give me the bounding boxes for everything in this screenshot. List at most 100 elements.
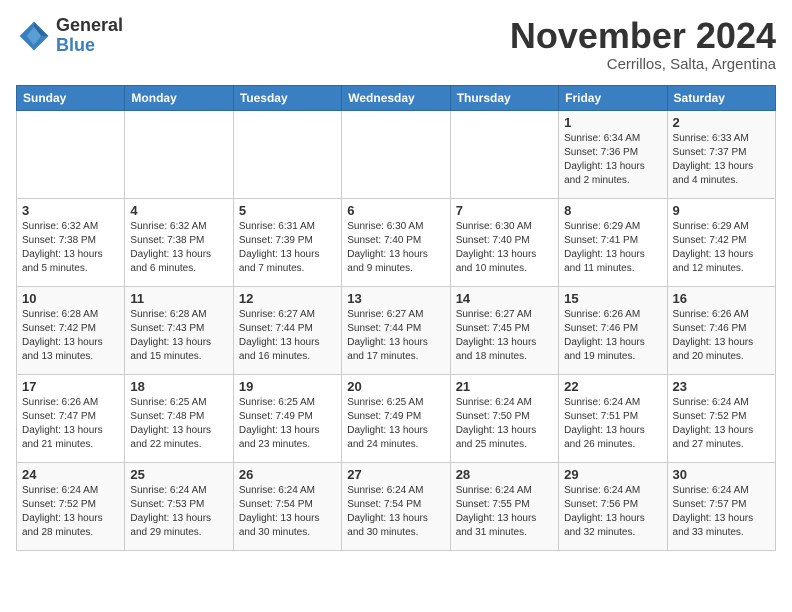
- day-info: Sunrise: 6:33 AM Sunset: 7:37 PM Dayligh…: [673, 132, 770, 188]
- day-number: 4: [130, 203, 227, 218]
- day-number: 16: [673, 291, 770, 306]
- header-day-monday: Monday: [125, 85, 233, 110]
- day-number: 10: [22, 291, 119, 306]
- calendar-cell: 20Sunrise: 6:25 AM Sunset: 7:49 PM Dayli…: [342, 374, 450, 462]
- day-number: 2: [673, 115, 770, 130]
- calendar-cell: 6 Sunrise: 6:30 AM Sunset: 7:40 PM Daylig…: [342, 198, 450, 286]
- calendar-cell: 26Sunrise: 6:24 AM Sunset: 7:54 PM Dayli…: [233, 462, 341, 550]
- header-day-wednesday: Wednesday: [342, 85, 450, 110]
- day-number: 7: [456, 203, 553, 218]
- day-info: Sunrise: 6:24 AM Sunset: 7:54 PM Dayligh…: [239, 484, 336, 540]
- day-info: Sunrise: 6:29 AM Sunset: 7:42 PM Dayligh…: [673, 220, 770, 276]
- calendar-cell: 14 Sunrise: 6:27 AM Sunset: 7:45 PM Dayli…: [450, 286, 558, 374]
- day-number: 12: [239, 291, 336, 306]
- calendar-week-row: 17Sunrise: 6:26 AM Sunset: 7:47 PM Dayli…: [17, 374, 776, 462]
- day-info: Sunrise: 6:25 AM Sunset: 7:48 PM Dayligh…: [130, 396, 227, 452]
- header-day-friday: Friday: [559, 85, 667, 110]
- day-info: Sunrise: 6:24 AM Sunset: 7:56 PM Dayligh…: [564, 484, 661, 540]
- calendar-cell: 7 Sunrise: 6:30 AM Sunset: 7:40 PM Daylig…: [450, 198, 558, 286]
- day-number: 5: [239, 203, 336, 218]
- day-info: Sunrise: 6:26 AM Sunset: 7:46 PM Dayligh…: [673, 308, 770, 364]
- calendar-cell: 25Sunrise: 6:24 AM Sunset: 7:53 PM Dayli…: [125, 462, 233, 550]
- calendar-cell: 18 Sunrise: 6:25 AM Sunset: 7:48 PM Dayli…: [125, 374, 233, 462]
- day-info: Sunrise: 6:24 AM Sunset: 7:52 PM Dayligh…: [673, 396, 770, 452]
- logo-blue: Blue: [56, 35, 95, 55]
- calendar-cell: 12 Sunrise: 6:27 AM Sunset: 7:44 PM Dayli…: [233, 286, 341, 374]
- calendar-cell: 24 Sunrise: 6:24 AM Sunset: 7:52 PM Dayli…: [17, 462, 125, 550]
- calendar-cell: 19 Sunrise: 6:25 AM Sunset: 7:49 PM Dayli…: [233, 374, 341, 462]
- day-number: 20: [347, 379, 444, 394]
- day-info: Sunrise: 6:25 AM Sunset: 7:49 PM Dayligh…: [239, 396, 336, 452]
- day-number: 24: [22, 467, 119, 482]
- day-number: 15: [564, 291, 661, 306]
- day-info: Sunrise: 6:24 AM Sunset: 7:51 PM Dayligh…: [564, 396, 661, 452]
- calendar-week-row: 3Sunrise: 6:32 AM Sunset: 7:38 PM Daylig…: [17, 198, 776, 286]
- calendar-cell: 2 Sunrise: 6:33 AM Sunset: 7:37 PM Daylig…: [667, 110, 775, 198]
- calendar-cell: 16 Sunrise: 6:26 AM Sunset: 7:46 PM Dayli…: [667, 286, 775, 374]
- logo-general: General: [56, 15, 123, 35]
- day-info: Sunrise: 6:28 AM Sunset: 7:43 PM Dayligh…: [130, 308, 227, 364]
- calendar-cell: 4 Sunrise: 6:32 AM Sunset: 7:38 PM Daylig…: [125, 198, 233, 286]
- calendar-table: SundayMondayTuesdayWednesdayThursdayFrid…: [16, 85, 776, 551]
- day-info: Sunrise: 6:32 AM Sunset: 7:38 PM Dayligh…: [130, 220, 227, 276]
- day-number: 8: [564, 203, 661, 218]
- day-info: Sunrise: 6:32 AM Sunset: 7:38 PM Dayligh…: [22, 220, 119, 276]
- logo-icon: [16, 18, 52, 54]
- day-info: Sunrise: 6:30 AM Sunset: 7:40 PM Dayligh…: [456, 220, 553, 276]
- day-number: 9: [673, 203, 770, 218]
- day-number: 6: [347, 203, 444, 218]
- calendar-cell: 15Sunrise: 6:26 AM Sunset: 7:46 PM Dayli…: [559, 286, 667, 374]
- day-info: Sunrise: 6:29 AM Sunset: 7:41 PM Dayligh…: [564, 220, 661, 276]
- calendar-cell: 21 Sunrise: 6:24 AM Sunset: 7:50 PM Dayli…: [450, 374, 558, 462]
- calendar-cell: [450, 110, 558, 198]
- day-number: 27: [347, 467, 444, 482]
- calendar-cell: 9 Sunrise: 6:29 AM Sunset: 7:42 PM Daylig…: [667, 198, 775, 286]
- logo-text: General Blue: [56, 16, 123, 56]
- day-info: Sunrise: 6:28 AM Sunset: 7:42 PM Dayligh…: [22, 308, 119, 364]
- day-number: 29: [564, 467, 661, 482]
- day-number: 1: [564, 115, 661, 130]
- day-info: Sunrise: 6:24 AM Sunset: 7:54 PM Dayligh…: [347, 484, 444, 540]
- day-info: Sunrise: 6:30 AM Sunset: 7:40 PM Dayligh…: [347, 220, 444, 276]
- calendar-cell: 5Sunrise: 6:31 AM Sunset: 7:39 PM Daylig…: [233, 198, 341, 286]
- day-number: 22: [564, 379, 661, 394]
- calendar-cell: 13 Sunrise: 6:27 AM Sunset: 7:44 PM Dayli…: [342, 286, 450, 374]
- day-number: 14: [456, 291, 553, 306]
- day-number: 25: [130, 467, 227, 482]
- calendar-cell: 29 Sunrise: 6:24 AM Sunset: 7:56 PM Dayli…: [559, 462, 667, 550]
- day-number: 11: [130, 291, 227, 306]
- logo: General Blue: [16, 16, 123, 56]
- calendar-cell: [342, 110, 450, 198]
- calendar-cell: 3Sunrise: 6:32 AM Sunset: 7:38 PM Daylig…: [17, 198, 125, 286]
- calendar-cell: [233, 110, 341, 198]
- calendar-cell: 11 Sunrise: 6:28 AM Sunset: 7:43 PM Dayli…: [125, 286, 233, 374]
- calendar-week-row: 1Sunrise: 6:34 AM Sunset: 7:36 PM Daylig…: [17, 110, 776, 198]
- day-info: Sunrise: 6:24 AM Sunset: 7:52 PM Dayligh…: [22, 484, 119, 540]
- calendar-cell: 22 Sunrise: 6:24 AM Sunset: 7:51 PM Dayli…: [559, 374, 667, 462]
- day-number: 13: [347, 291, 444, 306]
- day-info: Sunrise: 6:24 AM Sunset: 7:50 PM Dayligh…: [456, 396, 553, 452]
- calendar-cell: 10 Sunrise: 6:28 AM Sunset: 7:42 PM Dayli…: [17, 286, 125, 374]
- calendar-cell: 30Sunrise: 6:24 AM Sunset: 7:57 PM Dayli…: [667, 462, 775, 550]
- day-number: 19: [239, 379, 336, 394]
- day-info: Sunrise: 6:27 AM Sunset: 7:44 PM Dayligh…: [347, 308, 444, 364]
- calendar-week-row: 10 Sunrise: 6:28 AM Sunset: 7:42 PM Dayli…: [17, 286, 776, 374]
- calendar-cell: 23Sunrise: 6:24 AM Sunset: 7:52 PM Dayli…: [667, 374, 775, 462]
- day-info: Sunrise: 6:27 AM Sunset: 7:44 PM Dayligh…: [239, 308, 336, 364]
- day-number: 17: [22, 379, 119, 394]
- calendar-week-row: 24 Sunrise: 6:24 AM Sunset: 7:52 PM Dayli…: [17, 462, 776, 550]
- calendar-cell: 27 Sunrise: 6:24 AM Sunset: 7:54 PM Dayli…: [342, 462, 450, 550]
- location-subtitle: Cerrillos, Salta, Argentina: [510, 56, 776, 73]
- day-number: 21: [456, 379, 553, 394]
- header-day-tuesday: Tuesday: [233, 85, 341, 110]
- header-day-sunday: Sunday: [17, 85, 125, 110]
- day-info: Sunrise: 6:24 AM Sunset: 7:55 PM Dayligh…: [456, 484, 553, 540]
- calendar-cell: 17Sunrise: 6:26 AM Sunset: 7:47 PM Dayli…: [17, 374, 125, 462]
- day-number: 18: [130, 379, 227, 394]
- calendar-cell: 1Sunrise: 6:34 AM Sunset: 7:36 PM Daylig…: [559, 110, 667, 198]
- day-info: Sunrise: 6:27 AM Sunset: 7:45 PM Dayligh…: [456, 308, 553, 364]
- calendar-header-row: SundayMondayTuesdayWednesdayThursdayFrid…: [17, 85, 776, 110]
- calendar-cell: [17, 110, 125, 198]
- title-block: November 2024 Cerrillos, Salta, Argentin…: [510, 16, 776, 73]
- header-day-saturday: Saturday: [667, 85, 775, 110]
